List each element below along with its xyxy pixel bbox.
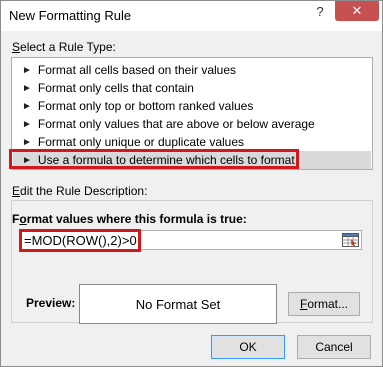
ok-button[interactable]: OK	[211, 335, 285, 359]
rule-type-item[interactable]: ► Format all cells based on their values	[13, 61, 371, 79]
help-button[interactable]: ?	[307, 1, 333, 21]
arrow-bullet-icon: ►	[22, 64, 32, 76]
rule-type-item[interactable]: ► Format only cells that contain	[13, 79, 371, 97]
rule-type-item-label: Format only cells that contain	[37, 81, 194, 95]
new-formatting-rule-dialog: New Formatting Rule ? ✕ Select a Rule Ty…	[0, 0, 383, 367]
arrow-bullet-icon: ►	[22, 136, 32, 148]
format-preview: No Format Set	[79, 284, 277, 324]
select-rule-type-label: Select a Rule Type:	[12, 40, 116, 54]
rule-type-item-label: Format all cells based on their values	[37, 63, 236, 77]
rule-type-item-label: Format only unique or duplicate values	[37, 135, 245, 149]
rule-type-item[interactable]: ► Format only values that are above or b…	[13, 115, 371, 133]
arrow-bullet-icon: ►	[22, 82, 32, 94]
edit-rule-description-label: Edit the Rule Description:	[12, 184, 148, 198]
preview-label: Preview:	[26, 296, 76, 310]
close-button[interactable]: ✕	[335, 1, 379, 21]
title-bar: New Formatting Rule ? ✕	[1, 1, 382, 31]
formula-highlight	[19, 229, 141, 252]
help-icon: ?	[316, 3, 324, 19]
cancel-button[interactable]: Cancel	[297, 335, 371, 359]
close-icon: ✕	[351, 3, 363, 18]
preview-text: No Format Set	[135, 296, 221, 312]
range-select-icon	[342, 233, 359, 247]
format-button[interactable]: Format...	[288, 292, 360, 316]
dialog-title: New Formatting Rule	[9, 8, 132, 23]
arrow-bullet-icon: ►	[22, 100, 32, 112]
selected-rule-highlight	[9, 149, 299, 169]
rule-type-item-label: Format only top or bottom ranked values	[37, 99, 254, 113]
arrow-bullet-icon: ►	[22, 118, 32, 130]
formula-label: Format values where this formula is true…	[12, 212, 247, 226]
collapse-dialog-button[interactable]	[340, 231, 361, 249]
rule-type-item[interactable]: ► Format only top or bottom ranked value…	[13, 97, 371, 115]
rule-type-item-label: Format only values that are above or bel…	[37, 117, 315, 131]
